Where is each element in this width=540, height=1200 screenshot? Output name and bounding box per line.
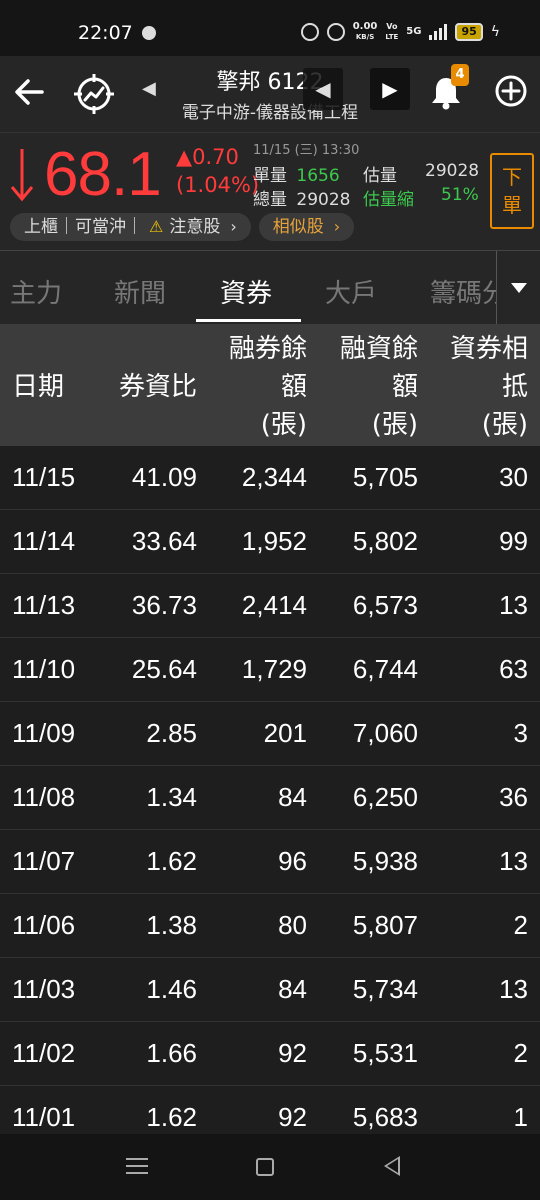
col-margin-balance: 融資餘 額 (張): [339, 334, 418, 440]
tag-similar-stocks[interactable]: 相似股 ›: [258, 213, 355, 241]
back-triangle-icon[interactable]: [384, 1156, 400, 1176]
recent-apps-icon[interactable]: [126, 1158, 148, 1176]
alarm-icon: [300, 23, 319, 41]
charging-icon: ϟ: [490, 24, 500, 40]
chevron-right-icon: ›: [333, 217, 341, 236]
table-header: 日期 券資比 融券餘 額 (張) 融資餘 額 (張) 資券相 抵 (張): [0, 324, 540, 446]
prev-stock-button[interactable]: ◀: [303, 68, 343, 110]
tab-major-holders[interactable]: 大戶: [325, 273, 377, 310]
table-row[interactable]: 11/03 1.46 84 5,734 13: [0, 958, 540, 1022]
prev-stock-icon[interactable]: ◀: [142, 78, 156, 99]
table-row[interactable]: 11/09 2.85 201 7,060 3: [0, 702, 540, 766]
caret-left-icon: ◀: [315, 77, 331, 101]
volume-row-1: 單量 1656 估量 29028: [253, 161, 480, 186]
status-icons: 0.00 KB/S Vo LTE 5G 95 ϟ: [300, 21, 500, 42]
status-bar: 22:07 0.00 KB/S Vo LTE 5G 95 ϟ: [0, 0, 540, 56]
battery-icon: 95: [455, 23, 483, 41]
caret-right-icon: ▶: [382, 77, 398, 101]
quote-datetime: 11/15 (三) 13:30: [253, 143, 360, 158]
notification-dot-icon: [142, 26, 156, 40]
next-stock-button[interactable]: ▶: [370, 68, 410, 110]
notification-badge: 4: [451, 64, 469, 86]
active-tab-indicator: [196, 319, 301, 322]
table-row[interactable]: 11/08 1.34 84 6,250 36: [0, 766, 540, 830]
home-icon[interactable]: [256, 1158, 274, 1176]
price-change-pct: (1.04%): [176, 173, 260, 197]
mute-icon: [326, 23, 345, 41]
status-time: 22:07: [78, 22, 133, 44]
signal-icon: [429, 24, 448, 40]
table-row[interactable]: 11/07 1.62 96 5,938 13: [0, 830, 540, 894]
volte-indicator: Vo LTE: [385, 22, 399, 41]
stock-title: 擎邦 6122 電子中游-儀器設備工程: [165, 64, 375, 123]
single-volume: 1656: [296, 166, 340, 186]
stock-header: ◀ 擎邦 6122 電子中游-儀器設備工程 ◀ ▶ 4: [0, 56, 540, 132]
chevron-right-icon: ›: [230, 217, 237, 236]
tab-bar: 主力 新聞 資券 大戶 籌碼分: [0, 250, 540, 325]
add-circle-icon[interactable]: [494, 74, 528, 108]
table-row[interactable]: 11/10 25.64 1,729 6,744 63: [0, 638, 540, 702]
col-short-balance: 融券餘 額 (張): [228, 334, 307, 440]
table-row[interactable]: 11/01 1.62 92 5,683 1: [0, 1086, 540, 1134]
col-ratio: 券資比: [118, 372, 197, 402]
price-down-arrow-icon: [10, 149, 34, 202]
estimated-volume: 29028: [425, 161, 480, 181]
quote-panel: 68.1 ▲0.70 (1.04%) 11/15 (三) 13:30 單量 16…: [0, 132, 540, 250]
total-volume: 29028: [296, 190, 351, 210]
net-speed: 0.00 KB/S: [352, 21, 378, 42]
table-row[interactable]: 11/13 36.73 2,414 6,573 13: [0, 574, 540, 638]
back-arrow-icon[interactable]: [12, 74, 48, 110]
table-row[interactable]: 11/15 41.09 2,344 5,705 30: [0, 446, 540, 510]
price-change: ▲0.70: [176, 145, 239, 169]
chart-crosshair-icon[interactable]: [72, 72, 116, 116]
stock-name: 擎邦 6122: [216, 70, 324, 95]
warning-icon: ⚠: [149, 217, 164, 236]
tab-news[interactable]: 新聞: [114, 273, 166, 310]
col-offset: 資券相 抵 (張): [449, 334, 528, 440]
stock-tags: 上櫃｜可當沖｜ ⚠ 注意股 › 相似股 ›: [10, 213, 355, 241]
network-type: 5G: [406, 26, 422, 37]
stock-industry: 電子中游-儀器設備工程: [181, 103, 359, 123]
tab-margin-short[interactable]: 資券: [220, 273, 272, 310]
estimated-shrink: 51%: [441, 185, 479, 205]
last-price: 68.1: [44, 140, 162, 209]
tag-market-warning[interactable]: 上櫃｜可當沖｜ ⚠ 注意股 ›: [10, 213, 251, 241]
volume-row-2: 總量 29028 估量縮 51%: [253, 185, 479, 210]
system-nav-bar: [0, 1134, 540, 1200]
tab-more-dropdown-icon[interactable]: [496, 251, 540, 325]
tab-main-force[interactable]: 主力: [10, 273, 62, 310]
col-date: 日期: [12, 372, 65, 402]
table-row[interactable]: 11/02 1.66 92 5,531 2: [0, 1022, 540, 1086]
table-row[interactable]: 11/14 33.64 1,952 5,802 99: [0, 510, 540, 574]
table-row[interactable]: 11/06 1.38 80 5,807 2: [0, 894, 540, 958]
order-button[interactable]: 下單: [490, 153, 534, 229]
